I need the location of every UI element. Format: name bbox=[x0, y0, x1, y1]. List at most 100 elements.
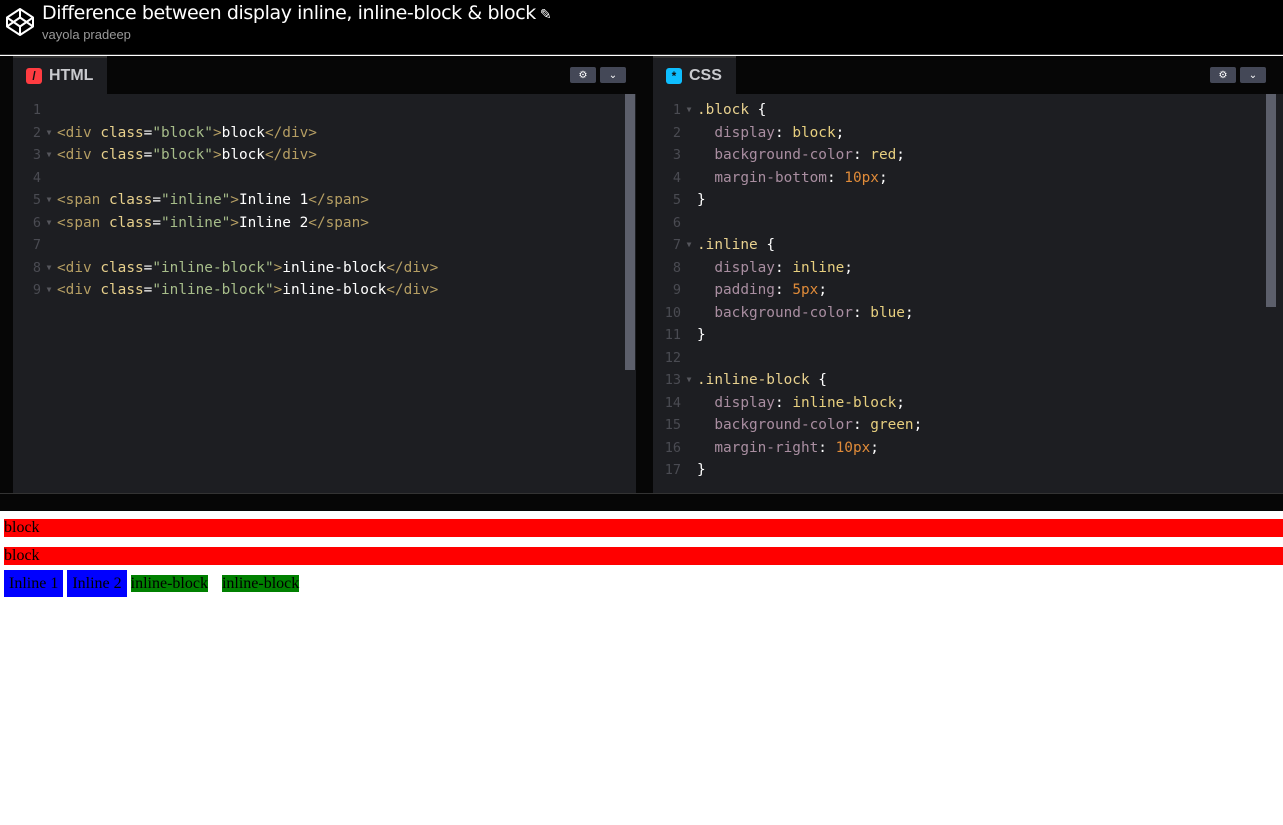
token-tag: > bbox=[230, 214, 239, 231]
line-number: 8 bbox=[672, 259, 681, 276]
resize-bar[interactable] bbox=[0, 493, 1283, 511]
token-num: 10px bbox=[844, 169, 879, 186]
line-number: 2 bbox=[672, 124, 681, 141]
token-punc bbox=[697, 122, 714, 145]
code-line[interactable]: 13 ▼ .inline-block { bbox=[653, 369, 1283, 392]
code-line[interactable]: 7 bbox=[13, 234, 636, 257]
code-line[interactable]: 12 bbox=[653, 347, 1283, 370]
tab-html[interactable]: / HTML bbox=[13, 56, 108, 94]
gear-icon: ⚙ bbox=[1218, 69, 1228, 81]
code-line[interactable]: 11} bbox=[653, 324, 1283, 347]
line-number: 8 bbox=[32, 259, 41, 276]
code-line[interactable]: 17} bbox=[653, 459, 1283, 482]
fold-arrow-icon[interactable]: ▼ bbox=[681, 234, 697, 257]
token-prop: display bbox=[714, 259, 775, 276]
code-line[interactable]: 10 background-color: blue; bbox=[653, 302, 1283, 325]
token-sel: .inline-block bbox=[697, 372, 810, 388]
line-number: 1 bbox=[672, 102, 681, 118]
code-line[interactable]: 16 margin-right: 10px; bbox=[653, 437, 1283, 460]
code-line[interactable]: 1 bbox=[13, 99, 636, 122]
code-line[interactable]: 3 ▼ <div class = "block" > block </div> bbox=[13, 144, 636, 167]
codepen-logo-icon[interactable] bbox=[4, 6, 36, 38]
token-text: inline-block bbox=[282, 282, 387, 298]
token-punc: : bbox=[818, 439, 836, 456]
html-collapse-button[interactable]: ⌄ bbox=[600, 67, 626, 83]
fold-arrow-icon[interactable]: ▼ bbox=[41, 279, 57, 302]
pen-title: Difference between display inline, inlin… bbox=[42, 2, 552, 24]
fold-arrow-icon[interactable]: ▼ bbox=[41, 122, 57, 145]
token-tag: <div bbox=[57, 259, 101, 276]
fold-arrow-icon[interactable]: ▼ bbox=[681, 99, 697, 122]
code-line[interactable]: 15 background-color: green; bbox=[653, 414, 1283, 437]
css-settings-button[interactable]: ⚙ bbox=[1210, 67, 1236, 83]
code-line[interactable]: 6 ▼ <span class = "inline" > Inline 2 </span> bbox=[13, 212, 636, 235]
code-line[interactable]: 7 ▼ .inline { bbox=[653, 234, 1283, 257]
code-line[interactable]: 2 ▼ <div class = "block" > block </div> bbox=[13, 122, 636, 145]
token-tag: </div> bbox=[264, 124, 317, 141]
edit-pencil-icon[interactable]: ✎ bbox=[540, 7, 552, 23]
token-punc bbox=[697, 302, 714, 325]
token-text: block bbox=[221, 124, 265, 141]
fold-gutter bbox=[41, 167, 57, 190]
preview-block-1: block bbox=[4, 519, 1283, 537]
code-line[interactable]: 3 background-color: red; bbox=[653, 144, 1283, 167]
fold-arrow-icon[interactable]: ▼ bbox=[681, 369, 697, 392]
token-sel: .block bbox=[697, 102, 749, 118]
token-tag: <div bbox=[57, 124, 101, 141]
code-line[interactable]: 4 margin-bottom: 10px; bbox=[653, 167, 1283, 190]
css-code-area[interactable]: 1 ▼ .block {2 display: block; 3 background-… bbox=[653, 99, 1283, 482]
line-number: 6 bbox=[672, 214, 681, 231]
token-tag: <span bbox=[57, 214, 109, 231]
line-number: 12 bbox=[664, 349, 681, 366]
line-number: 5 bbox=[672, 192, 681, 208]
token-punc: } bbox=[697, 192, 706, 208]
code-line[interactable]: 1 ▼ .block { bbox=[653, 99, 1283, 122]
code-line[interactable]: 4 bbox=[13, 167, 636, 190]
token-tag: </span> bbox=[308, 214, 369, 231]
css-scrollbar[interactable] bbox=[1266, 94, 1276, 307]
css-editor-panel: * CSS ⚙ ⌄ 1 ▼ .block {2 display: block; 3 bac… bbox=[653, 56, 1283, 493]
token-punc bbox=[697, 437, 714, 460]
css-collapse-button[interactable]: ⌄ bbox=[1240, 67, 1266, 83]
fold-gutter bbox=[681, 414, 697, 437]
preview-inline-1: Inline 1 bbox=[4, 570, 64, 597]
token-punc bbox=[697, 414, 714, 437]
token-str: "inline" bbox=[160, 192, 231, 208]
code-line[interactable]: 8 display: inline; bbox=[653, 257, 1283, 280]
tab-css[interactable]: * CSS bbox=[653, 56, 736, 94]
token-text: Inline 2 bbox=[238, 214, 309, 231]
token-punc: = bbox=[152, 214, 161, 231]
code-line[interactable]: 5} bbox=[653, 189, 1283, 212]
token-prop: background-color bbox=[714, 304, 853, 321]
code-line[interactable]: 9 ▼ <div class = "inline-block" > inline-block… bbox=[13, 279, 636, 302]
author-name[interactable]: vayola pradeep bbox=[42, 27, 131, 42]
tab-html-label: HTML bbox=[49, 67, 94, 84]
token-attr: class bbox=[100, 282, 144, 298]
code-line[interactable]: 14 display: inline-block; bbox=[653, 392, 1283, 415]
code-line[interactable]: 9 padding: 5px; bbox=[653, 279, 1283, 302]
code-line[interactable]: 8 ▼ <div class = "inline-block" > inline-block… bbox=[13, 257, 636, 280]
line-number: 5 bbox=[32, 192, 41, 208]
code-line[interactable]: 5 ▼ <span class = "inline" > Inline 1 </span> bbox=[13, 189, 636, 212]
html-settings-button[interactable]: ⚙ bbox=[570, 67, 596, 83]
fold-arrow-icon[interactable]: ▼ bbox=[41, 189, 57, 212]
fold-gutter bbox=[681, 324, 697, 347]
fold-gutter bbox=[681, 122, 697, 145]
token-punc: : bbox=[852, 417, 871, 433]
editors: / HTML ⚙ ⌄ 1 2 ▼ <div class = "block" > block </di… bbox=[0, 56, 1283, 493]
fold-gutter bbox=[681, 257, 697, 280]
fold-arrow-icon[interactable]: ▼ bbox=[41, 257, 57, 280]
code-line[interactable]: 6 bbox=[653, 212, 1283, 235]
fold-arrow-icon[interactable]: ▼ bbox=[41, 144, 57, 167]
line-number: 16 bbox=[664, 439, 681, 456]
token-tag: </div> bbox=[264, 147, 317, 163]
token-tag: > bbox=[273, 282, 283, 298]
token-str: "block" bbox=[152, 124, 213, 141]
code-line[interactable]: 2 display: block; bbox=[653, 122, 1283, 145]
chevron-down-icon: ⌄ bbox=[608, 69, 618, 81]
html-code-area[interactable]: 1 2 ▼ <div class = "block" > block </div> 3 ▼ <div … bbox=[13, 99, 636, 302]
html-scrollbar[interactable] bbox=[625, 94, 635, 370]
fold-arrow-icon[interactable]: ▼ bbox=[41, 212, 57, 235]
token-punc: : bbox=[852, 304, 871, 321]
fold-gutter bbox=[681, 437, 697, 460]
